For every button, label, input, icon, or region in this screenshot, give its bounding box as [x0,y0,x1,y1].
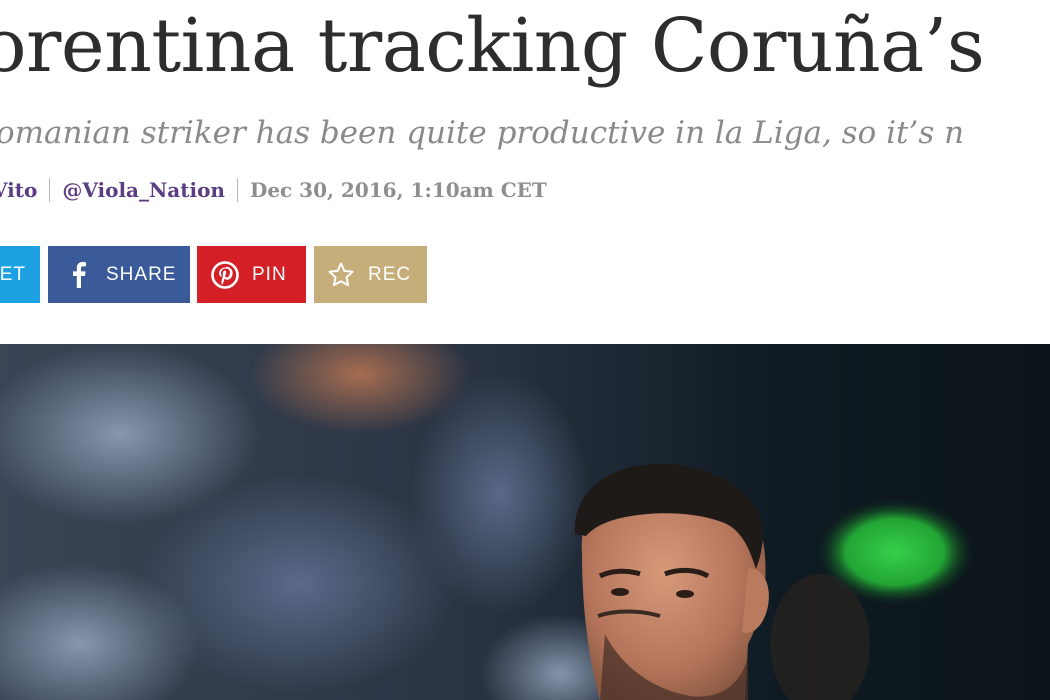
author-link[interactable]: Vito [0,178,37,202]
byline-divider [236,178,238,202]
pinterest-pin-label: PIN [252,263,287,285]
article-headline: orentina tracking Coruña’s [0,3,985,89]
star-icon [326,260,356,290]
pinterest-icon [210,260,240,290]
tweet-button-label: ET [0,263,26,285]
article-page: orentina tracking Coruña’s omanian strik… [0,0,1050,700]
article-dek: omanian striker has been quite productiv… [0,115,965,151]
publish-date: Dec 30, 2016, 1:10am CET [249,178,547,202]
facebook-share-button[interactable]: SHARE [48,246,190,303]
recommend-button[interactable]: REC [314,246,427,303]
byline-divider [49,178,51,202]
recommend-label: REC [368,263,412,285]
facebook-share-label: SHARE [106,263,177,285]
tweet-button[interactable]: ET [0,246,40,303]
hero-image [0,344,1050,700]
byline: Vito @Viola_Nation Dec 30, 2016, 1:10am … [0,174,547,206]
twitter-handle-link[interactable]: @Viola_Nation [62,178,225,202]
pinterest-pin-button[interactable]: PIN [197,246,306,303]
facebook-icon [64,260,94,290]
